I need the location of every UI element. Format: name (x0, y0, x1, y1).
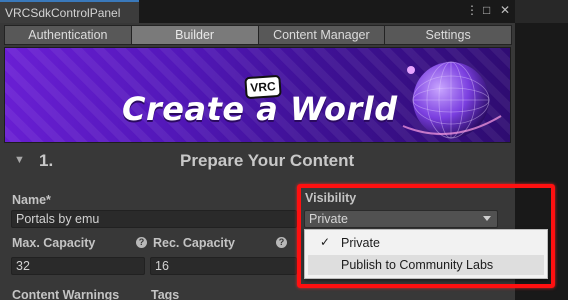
rec-capacity-field[interactable]: 16 (150, 257, 297, 275)
background-area-top (515, 0, 568, 23)
tab-content-manager[interactable]: Content Manager (257, 25, 386, 45)
rec-capacity-help-icon[interactable]: ? (276, 237, 287, 248)
window-tab-strip: VRCSdkControlPanel ⋮ □ ✕ (0, 0, 568, 23)
more-options-icon[interactable]: ⋮ (466, 3, 478, 17)
planet-illustration-icon (402, 61, 502, 139)
tab-settings[interactable]: Settings (384, 25, 512, 45)
section-number: 1. (39, 151, 54, 170)
name-field[interactable]: Portals by emu (11, 210, 297, 228)
collapse-arrow-icon[interactable]: ▼ (14, 154, 25, 166)
window-tab-vrcsdkcontrolpanel[interactable]: VRCSdkControlPanel (0, 0, 139, 23)
tab-builder[interactable]: Builder (130, 25, 259, 45)
max-capacity-help-icon[interactable]: ? (136, 237, 147, 248)
panel-toolbar: Authentication Builder Content Manager S… (4, 25, 512, 45)
close-icon[interactable]: ✕ (500, 3, 510, 17)
maximize-icon[interactable]: □ (483, 3, 490, 17)
max-capacity-label: Max. Capacity (12, 236, 96, 250)
name-label: Name* (12, 193, 51, 207)
content-warnings-label: Content Warnings (12, 288, 120, 300)
tags-label: Tags (151, 288, 180, 300)
window-tab-label: VRCSdkControlPanel (5, 6, 121, 20)
rec-capacity-label: Rec. Capacity (153, 236, 235, 250)
tab-authentication[interactable]: Authentication (4, 25, 132, 45)
banner-title: Create a World (122, 90, 398, 128)
create-world-banner: VRC Create a World (4, 47, 511, 143)
section-title: Prepare Your Content (180, 151, 355, 170)
red-highlight-box (297, 184, 555, 288)
max-capacity-field[interactable]: 32 (11, 257, 145, 275)
